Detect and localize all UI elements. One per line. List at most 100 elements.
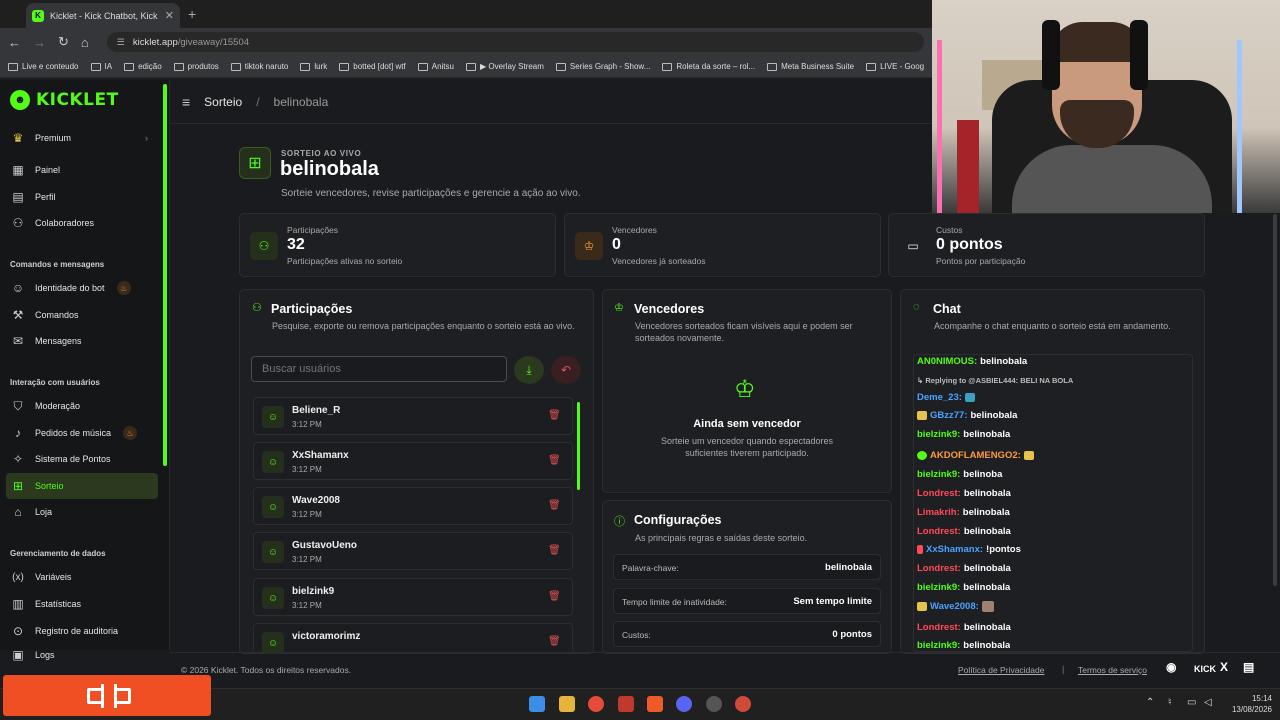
trash-icon[interactable]: 🗑 [548, 545, 561, 556]
sidebar-item-comandos[interactable]: ⚒ Comandos [6, 302, 158, 328]
kicklet-logo-icon: ☻ [10, 90, 30, 110]
kick-link[interactable]: KICK [1194, 664, 1216, 674]
bookmark[interactable]: tiktok naruto [230, 62, 288, 71]
undo-button[interactable]: ↶ [551, 356, 581, 384]
bookmark[interactable]: Roleta da sorte – rol... [662, 62, 755, 71]
site-info-icon[interactable]: ☰ [117, 37, 125, 48]
file-explorer-icon[interactable] [559, 696, 575, 712]
chevron-up-icon[interactable]: ⌃ [1146, 697, 1154, 708]
sidebar-item-variaveis[interactable]: (x) Variáveis [6, 564, 158, 590]
sidebar-item-painel[interactable]: ▦ Painel [6, 157, 158, 183]
undo-icon: ↶ [560, 363, 572, 377]
back-icon[interactable]: ← [8, 35, 21, 50]
volume-icon[interactable]: ◁ [1204, 697, 1212, 708]
search-users-input[interactable] [251, 356, 507, 382]
sidebar-item-colaboradores[interactable]: ⚇ Colaboradores [6, 210, 158, 236]
chat-message: Londrest: belinobala [917, 526, 1011, 537]
sidebar-item-logs[interactable]: ▣ Logs [6, 644, 158, 666]
sidebar-item-sorteio[interactable]: ⊞ Sorteio [6, 473, 158, 499]
config-row-timeout: Tempo limite de inatividade: Sem tempo l… [613, 588, 881, 614]
collapse-sidebar-icon[interactable]: ≡ [182, 94, 190, 110]
microphone-icon[interactable]: ♮ [1168, 697, 1172, 708]
page-scrollbar[interactable] [1273, 214, 1277, 586]
sidebar-item-premium[interactable]: ♛ Premium › [6, 125, 158, 151]
trash-icon[interactable]: 🗑 [548, 591, 561, 602]
close-tab-icon[interactable]: ✕ [165, 9, 174, 22]
folder-icon [173, 62, 184, 71]
winners-title: Vencedores [634, 302, 705, 316]
users-icon: ⚇ [252, 302, 262, 314]
sidebar-item-mensagens[interactable]: ✉ Mensagens [6, 328, 158, 354]
trash-icon[interactable]: 🗑 [548, 410, 561, 421]
windows-start-icon[interactable] [529, 696, 545, 712]
bookmark[interactable]: produtos [173, 62, 219, 71]
webcam-headphone-right [1130, 20, 1148, 90]
emote-icon [981, 601, 994, 612]
crown-badge-icon [917, 602, 927, 611]
discord-taskbar-icon[interactable] [676, 696, 692, 712]
sidebar-item-registro-de-auditoria[interactable]: ⊙ Registro de auditoria [6, 618, 158, 644]
network-icon[interactable]: ▭ [1187, 697, 1196, 708]
brave-icon[interactable] [647, 696, 663, 712]
terms-link[interactable]: Termos de serviço [1078, 665, 1147, 675]
badge-icon [917, 544, 923, 554]
home-icon[interactable]: ⌂ [81, 35, 89, 50]
footer-separator: | [1062, 664, 1065, 674]
bookmark[interactable]: edição [124, 62, 162, 71]
participant-row: ☺ bielzink9 3:12 PM 🗑 [253, 578, 573, 616]
sidebar-item-perfil[interactable]: ▤ Perfil [6, 184, 158, 210]
user-icon: ☺ [262, 541, 284, 563]
new-tab-icon[interactable]: + [188, 6, 196, 22]
trash-icon[interactable]: 🗑 [548, 636, 561, 647]
clock-time: 15:14 [1251, 694, 1272, 703]
docs-icon[interactable]: ▤ [1243, 660, 1254, 674]
message-icon: ✉ [12, 334, 24, 348]
sidebar-item-identidade-do-bot[interactable]: ☺ Identidade do bot ♨ [6, 275, 158, 301]
sidebar-scrollbar[interactable] [163, 84, 167, 466]
user-icon: ☺ [262, 496, 284, 518]
fire-icon: ♨ [123, 426, 138, 440]
bookmark[interactable]: lurk [300, 62, 327, 71]
forward-icon[interactable]: → [33, 35, 46, 50]
x-twitter-link[interactable]: X [1220, 660, 1228, 674]
sidebar-item-estatisticas[interactable]: ▥ Estatísticas [6, 591, 158, 617]
trash-icon[interactable]: 🗑 [548, 500, 561, 511]
obs-icon[interactable] [706, 696, 722, 712]
webcam-headphone-left [1042, 20, 1060, 90]
export-button[interactable]: ⤓ [514, 356, 544, 384]
reload-icon[interactable]: ↻ [58, 34, 69, 50]
user-icon: ☺ [262, 451, 284, 473]
chrome-icon[interactable] [588, 696, 604, 712]
breadcrumb-sorteio[interactable]: Sorteio [204, 95, 242, 109]
taskbar-clock[interactable]: 15:14 13/08/2026 [1224, 693, 1272, 715]
bookmark[interactable]: Series Graph - Show... [555, 62, 650, 71]
participant-time: 3:12 PM [292, 420, 322, 429]
participant-row: ☺ GustavoUeno 3:12 PM 🗑 [253, 532, 573, 570]
sidebar-item-loja[interactable]: ⌂ Loja [6, 499, 158, 525]
bookmark[interactable]: LIVE - Goog [866, 62, 924, 71]
sidebar-item-moderacao[interactable]: ⛉ Moderação [6, 393, 158, 419]
trash-icon[interactable]: 🗑 [548, 455, 561, 466]
sidebar-section-title: Interação com usuários [10, 378, 100, 387]
privacy-link[interactable]: Política de Privacidade [958, 665, 1044, 675]
kicklet-logo[interactable]: ☻ KICKLET [10, 90, 119, 110]
bookmark[interactable]: botted [dot] wtf [339, 62, 406, 71]
participant-name: XxShamanx [292, 450, 349, 461]
bookmark[interactable]: ▶ Overlay Stream [465, 62, 544, 71]
wand-icon: ⚒ [12, 308, 24, 322]
top-header: ≡ Sorteio / belinobala [170, 80, 932, 124]
url-field[interactable]: ☰ kicklet.app/giveaway/15504 [106, 32, 924, 52]
app-icon[interactable] [618, 696, 634, 712]
bookmark[interactable]: Meta Business Suite [767, 62, 854, 71]
bookmark[interactable]: IA [90, 62, 112, 71]
browser-tab[interactable]: K Kicklet - Kick Chatbot, Kick Wi... ✕ [26, 3, 180, 28]
participants-scrollbar[interactable] [577, 402, 580, 490]
chat-message: bielzink9: belinobala [917, 582, 1011, 593]
bookmark[interactable]: Anitsu [417, 62, 454, 71]
site-icon [866, 62, 877, 71]
sidebar-item-pedidos-de-musica[interactable]: ♪ Pedidos de música ♨ [6, 420, 158, 446]
app-icon[interactable] [735, 696, 751, 712]
sidebar-item-sistema-de-pontos[interactable]: ✧ Sistema de Pontos [6, 446, 158, 472]
discord-icon[interactable]: ◉ [1166, 660, 1176, 674]
bookmark[interactable]: Live e conteudo [8, 62, 79, 71]
